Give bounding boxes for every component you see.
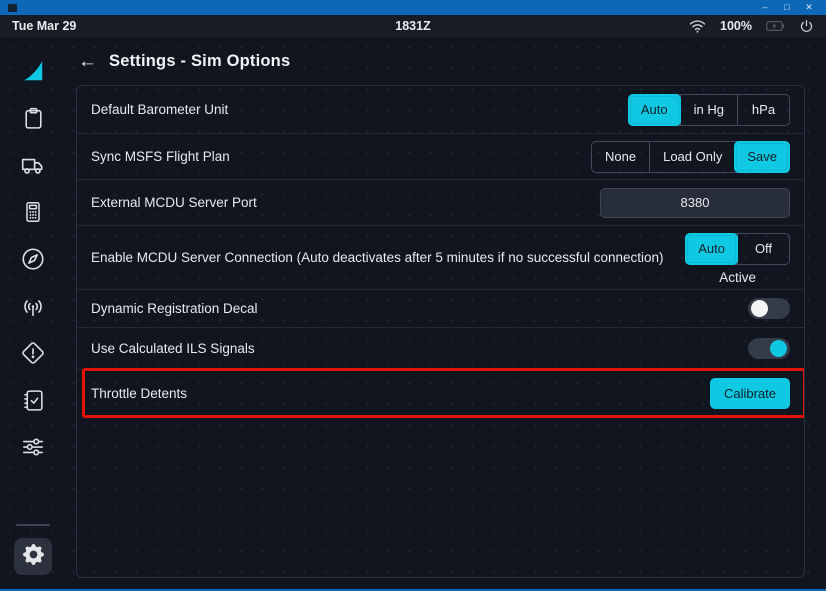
- sidebar-item-presets-sliders[interactable]: [13, 427, 53, 467]
- sidebar-item-performance-calculator[interactable]: [13, 192, 53, 232]
- mcdu-port-input[interactable]: [600, 188, 790, 218]
- sidebar-item-ground-truck[interactable]: [13, 145, 53, 185]
- barometer-option-inhg[interactable]: in Hg: [680, 95, 737, 125]
- setting-label: Enable MCDU Server Connection (Auto deac…: [91, 250, 664, 265]
- setting-label: Default Barometer Unit: [91, 102, 228, 117]
- setting-row-registration-decal: Dynamic Registration Decal: [77, 290, 804, 328]
- barometer-unit-segmented: Auto in Hg hPa: [628, 94, 790, 126]
- app-icon: [8, 4, 17, 12]
- ils-signals-toggle[interactable]: [748, 338, 790, 359]
- settings-panel: Default Barometer Unit Auto in Hg hPa Sy…: [76, 85, 805, 578]
- barometer-option-auto[interactable]: Auto: [628, 94, 681, 126]
- setting-row-barometer-unit: Default Barometer Unit Auto in Hg hPa: [77, 86, 804, 134]
- sync-option-load-only[interactable]: Load Only: [649, 142, 735, 172]
- gear-icon: [23, 544, 44, 570]
- setting-row-throttle-detents: Throttle Detents Calibrate: [77, 370, 804, 417]
- sync-option-save[interactable]: Save: [734, 141, 790, 173]
- setting-label: Dynamic Registration Decal: [91, 301, 258, 316]
- sidebar: [0, 37, 66, 589]
- page-header: ← Settings - Sim Options: [76, 45, 805, 77]
- setting-row-sync-flightplan: Sync MSFS Flight Plan None Load Only Sav…: [77, 134, 804, 180]
- setting-label: Sync MSFS Flight Plan: [91, 149, 230, 164]
- page-title: Settings - Sim Options: [109, 52, 290, 71]
- sidebar-item-atc-antenna[interactable]: [13, 286, 53, 326]
- mcdu-connection-segmented: Auto Off: [685, 233, 790, 265]
- registration-decal-toggle[interactable]: [748, 298, 790, 319]
- sidebar-item-navigation-compass[interactable]: [13, 239, 53, 279]
- setting-label: Use Calculated ILS Signals: [91, 341, 255, 356]
- window-maximize-button[interactable]: □: [776, 0, 798, 15]
- mcdu-option-auto[interactable]: Auto: [685, 233, 738, 265]
- window-close-button[interactable]: ✕: [798, 0, 820, 15]
- battery-percentage: 100%: [720, 19, 752, 33]
- barometer-option-hpa[interactable]: hPa: [737, 95, 789, 125]
- battery-charging-icon: [766, 20, 785, 32]
- mcdu-connection-status: Active: [719, 270, 756, 285]
- back-arrow-button[interactable]: ←: [78, 52, 97, 71]
- flybywire-logo-icon: [13, 51, 53, 91]
- sidebar-item-settings-active[interactable]: [14, 538, 52, 575]
- setting-row-mcdu-port: External MCDU Server Port: [77, 180, 804, 226]
- sidebar-item-dashboard[interactable]: [13, 98, 53, 138]
- mcdu-option-off[interactable]: Off: [737, 234, 789, 264]
- setting-row-ils-signals: Use Calculated ILS Signals: [77, 328, 804, 370]
- efb-statusbar: Tue Mar 29 1831Z 100%: [0, 15, 826, 37]
- sync-flightplan-segmented: None Load Only Save: [591, 141, 790, 173]
- calibrate-button[interactable]: Calibrate: [710, 378, 790, 409]
- setting-label: Throttle Detents: [91, 386, 187, 401]
- setting-label: External MCDU Server Port: [91, 195, 257, 210]
- sidebar-divider: [16, 524, 50, 526]
- setting-row-mcdu-connection: Enable MCDU Server Connection (Auto deac…: [77, 226, 804, 290]
- wifi-icon: [689, 19, 706, 33]
- window-minimize-button[interactable]: –: [754, 0, 776, 15]
- sidebar-item-failures-warning[interactable]: [13, 333, 53, 373]
- power-icon[interactable]: [799, 19, 814, 34]
- window-titlebar: – □ ✕: [0, 0, 826, 15]
- sidebar-item-checklists[interactable]: [13, 380, 53, 420]
- red-highlight-box: [82, 368, 805, 418]
- sync-option-none[interactable]: None: [592, 142, 649, 172]
